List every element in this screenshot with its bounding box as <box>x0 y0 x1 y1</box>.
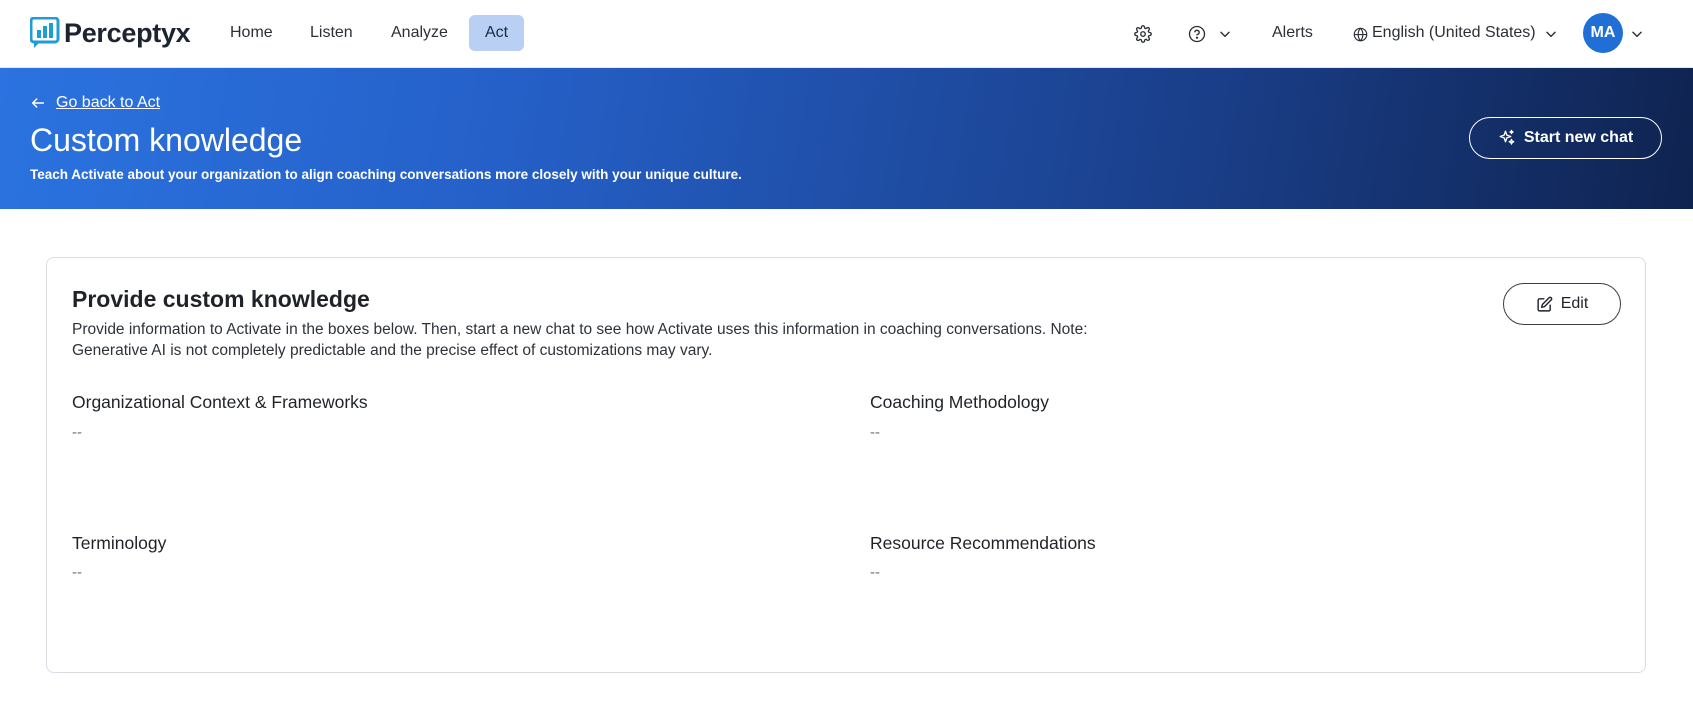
field-label-resource-recommendations: Resource Recommendations <box>870 533 1096 553</box>
field-value-resource-recommendations: -- <box>870 564 880 581</box>
user-avatar[interactable]: MA <box>1583 13 1623 53</box>
top-navigation: Perceptyx Home Listen Analyze Act Alerts… <box>0 0 1693 68</box>
nav-act[interactable]: Act <box>469 15 524 51</box>
back-link[interactable]: Go back to Act <box>30 94 160 112</box>
field-label-org-context: Organizational Context & Frameworks <box>72 392 368 412</box>
arrow-left-icon <box>30 95 46 111</box>
gear-icon[interactable] <box>1132 23 1154 45</box>
perceptyx-logo-icon <box>29 16 60 49</box>
back-link-label: Go back to Act <box>56 94 161 111</box>
custom-knowledge-card: Provide custom knowledge Provide informa… <box>46 257 1646 673</box>
brand-logo[interactable]: Perceptyx <box>29 16 191 49</box>
account-chevron-down-icon[interactable] <box>1627 24 1647 44</box>
start-new-chat-label: Start new chat <box>1523 129 1634 146</box>
field-value-terminology: -- <box>72 564 82 581</box>
start-new-chat-button[interactable]: Start new chat <box>1469 117 1662 159</box>
brand-name: Perceptyx <box>64 17 191 48</box>
card-description: Provide information to Activate in the b… <box>72 321 1088 359</box>
field-label-terminology: Terminology <box>72 533 167 553</box>
nav-listen[interactable]: Listen <box>300 15 363 51</box>
card-title: Provide custom knowledge <box>72 286 370 312</box>
globe-icon <box>1352 26 1368 42</box>
help-circle-icon[interactable] <box>1186 23 1208 45</box>
language-selector[interactable]: English (United States) <box>1372 15 1536 51</box>
pencil-square-icon <box>1536 296 1553 313</box>
field-label-coaching-methodology: Coaching Methodology <box>870 392 1050 412</box>
field-value-org-context: -- <box>72 424 82 441</box>
help-chevron-down-icon[interactable] <box>1215 24 1235 44</box>
edit-label: Edit <box>1560 295 1589 312</box>
sparkles-icon <box>1498 129 1516 147</box>
page-subtitle: Teach Activate about your organization t… <box>30 167 742 182</box>
page-header-banner: Go back to Act Custom knowledge Teach Ac… <box>0 68 1693 209</box>
edit-button[interactable]: Edit <box>1503 283 1621 325</box>
field-value-coaching-methodology: -- <box>870 424 880 441</box>
page-title: Custom knowledge <box>30 122 303 158</box>
nav-analyze[interactable]: Analyze <box>381 15 458 51</box>
language-chevron-down-icon[interactable] <box>1541 24 1561 44</box>
nav-home[interactable]: Home <box>220 15 283 51</box>
alerts-link[interactable]: Alerts <box>1272 15 1313 51</box>
